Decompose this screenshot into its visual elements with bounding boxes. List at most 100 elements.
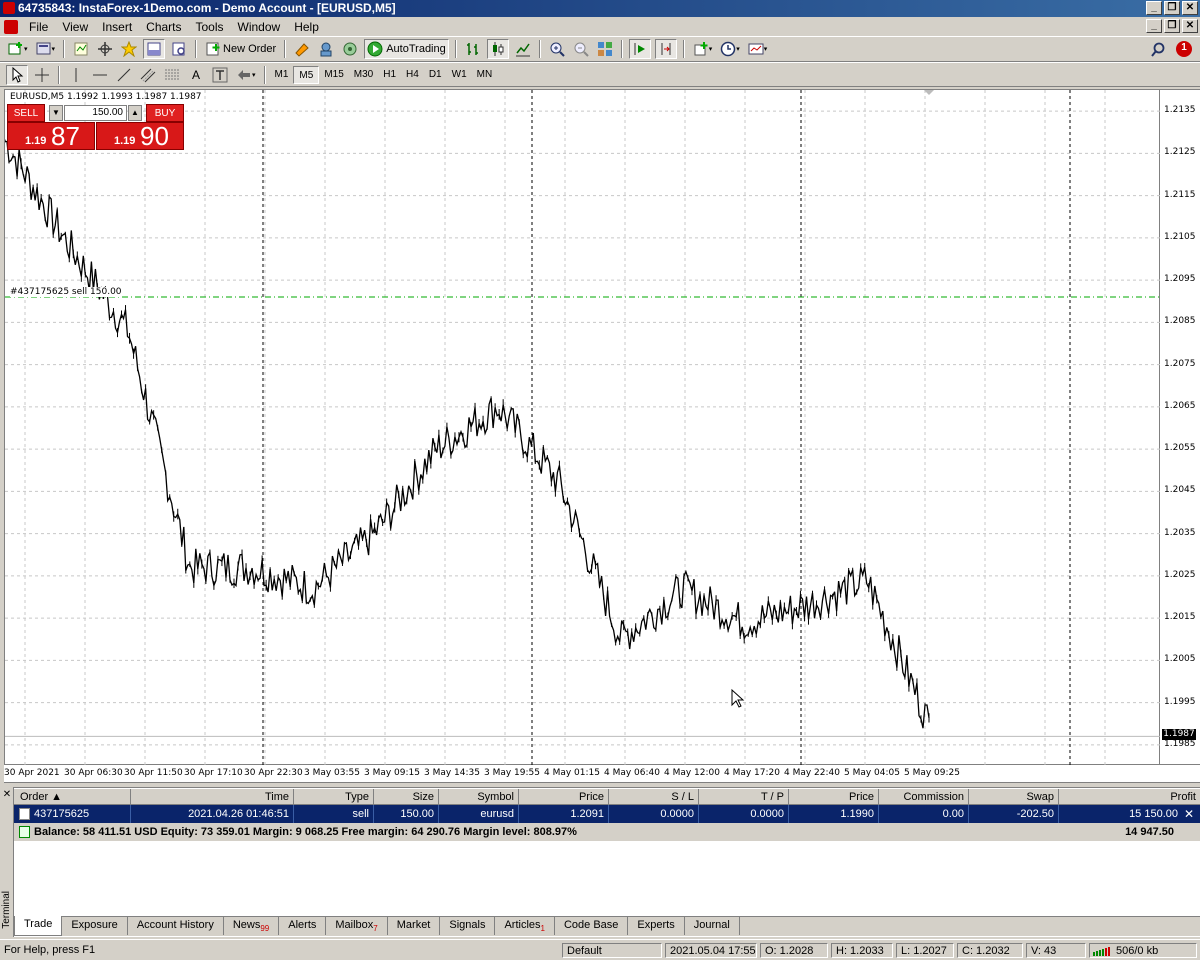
chart-minimize-button[interactable]: _ bbox=[1146, 19, 1162, 33]
col-time[interactable]: Time bbox=[131, 789, 294, 805]
notification-badge[interactable]: 1 bbox=[1174, 39, 1194, 59]
tab-account-history[interactable]: Account History bbox=[128, 917, 224, 935]
minimize-button[interactable]: _ bbox=[1146, 1, 1162, 15]
chart-close-button[interactable]: ✕ bbox=[1182, 19, 1198, 33]
tab-label: Articles bbox=[504, 919, 541, 931]
metaeditor-icon[interactable] bbox=[292, 39, 312, 59]
timeframe-m5[interactable]: M5 bbox=[293, 65, 320, 84]
buy-button[interactable]: BUY bbox=[146, 104, 184, 122]
timeframe-h4[interactable]: H4 bbox=[401, 66, 424, 84]
periods-icon[interactable]: ▾ bbox=[718, 39, 742, 59]
buy-price[interactable]: 1.19 90 bbox=[96, 121, 184, 151]
table-row[interactable]: 437175625 2021.04.26 01:46:51 sell 150.0… bbox=[14, 805, 1200, 823]
timeframe-d1[interactable]: D1 bbox=[424, 66, 447, 84]
tab-articles[interactable]: Articles1 bbox=[495, 917, 555, 935]
new-chart-button[interactable]: ▾ bbox=[6, 39, 30, 59]
new-order-button[interactable]: New Order bbox=[203, 39, 278, 59]
bar-chart-icon[interactable] bbox=[463, 39, 483, 59]
templates-icon[interactable]: ▾ bbox=[746, 39, 770, 59]
col-price[interactable]: Price bbox=[519, 789, 609, 805]
restore-button[interactable]: ❐ bbox=[1164, 1, 1180, 15]
col-symbol[interactable]: Symbol bbox=[439, 789, 519, 805]
col-type[interactable]: Type bbox=[294, 789, 374, 805]
chart-restore-button[interactable]: ❐ bbox=[1164, 19, 1180, 33]
tab-code-base[interactable]: Code Base bbox=[555, 917, 629, 935]
col-tp[interactable]: T / P bbox=[699, 789, 789, 805]
autotrading-button[interactable]: AutoTrading bbox=[364, 39, 449, 59]
zoom-in-icon[interactable] bbox=[547, 39, 567, 59]
close-button[interactable]: ✕ bbox=[1182, 1, 1198, 15]
menu-insert[interactable]: Insert bbox=[95, 20, 139, 34]
strategy-tester-icon[interactable] bbox=[169, 39, 189, 59]
tab-label: Journal bbox=[693, 919, 730, 931]
col-order[interactable]: Order ▲ bbox=[14, 789, 131, 805]
indicators-icon[interactable]: ▾ bbox=[691, 39, 715, 59]
timeframe-h1[interactable]: H1 bbox=[378, 66, 401, 84]
status-high: H: 1.2033 bbox=[831, 943, 893, 958]
fibonacci-icon[interactable] bbox=[162, 65, 182, 85]
tab-alerts[interactable]: Alerts bbox=[279, 917, 327, 935]
lot-size-input[interactable]: 150.00 bbox=[64, 105, 127, 121]
tab-market[interactable]: Market bbox=[388, 917, 441, 935]
col-sl[interactable]: S / L bbox=[609, 789, 699, 805]
sell-price[interactable]: 1.19 87 bbox=[7, 121, 95, 151]
chart-shift-icon[interactable] bbox=[654, 39, 677, 59]
tab-experts[interactable]: Experts bbox=[628, 917, 685, 935]
tab-journal[interactable]: Journal bbox=[685, 917, 740, 935]
col-size[interactable]: Size bbox=[374, 789, 439, 805]
price-axis[interactable]: 1.2135 1.2125 1.2115 1.2105 1.2095 1.2085 1.20… bbox=[1160, 89, 1200, 765]
zoom-out-icon[interactable] bbox=[571, 39, 591, 59]
community-icon[interactable] bbox=[316, 39, 336, 59]
time-tick: 30 Apr 22:30 bbox=[244, 768, 303, 778]
tab-signals[interactable]: Signals bbox=[440, 917, 496, 935]
market-watch-icon[interactable] bbox=[71, 39, 91, 59]
search-icon[interactable] bbox=[1148, 40, 1168, 60]
arrows-icon[interactable]: ▾ bbox=[234, 65, 258, 85]
tile-windows-icon[interactable] bbox=[595, 39, 615, 59]
text-icon[interactable]: A bbox=[186, 65, 206, 85]
price-tick: 1.2125 bbox=[1164, 147, 1196, 158]
price-chart[interactable] bbox=[4, 89, 1161, 766]
close-order-icon[interactable]: ✕ bbox=[1182, 806, 1196, 822]
timeframe-m15[interactable]: M15 bbox=[319, 66, 348, 84]
tab-mailbox[interactable]: Mailbox7 bbox=[326, 917, 388, 935]
lot-increase-button[interactable]: ▲ bbox=[128, 105, 142, 121]
col-current-price[interactable]: Price bbox=[789, 789, 879, 805]
auto-scroll-icon[interactable] bbox=[628, 39, 651, 59]
timeframe-w1[interactable]: W1 bbox=[447, 66, 472, 84]
timeframe-m1[interactable]: M1 bbox=[270, 66, 294, 84]
timeframe-mn[interactable]: MN bbox=[472, 66, 498, 84]
menu-help[interactable]: Help bbox=[287, 20, 326, 34]
tab-exposure[interactable]: Exposure bbox=[62, 917, 128, 935]
vertical-line-icon[interactable] bbox=[66, 65, 86, 85]
lot-decrease-button[interactable]: ▼ bbox=[49, 105, 63, 121]
horizontal-line-icon[interactable] bbox=[90, 65, 110, 85]
menu-window[interactable]: Window bbox=[231, 20, 288, 34]
cursor-icon[interactable] bbox=[6, 64, 28, 85]
time-axis[interactable]: 30 Apr 2021 30 Apr 06:30 30 Apr 11:50 30 Ap… bbox=[4, 765, 1200, 783]
signals-icon[interactable] bbox=[340, 39, 360, 59]
sell-button[interactable]: SELL bbox=[7, 104, 45, 122]
menu-file[interactable]: File bbox=[22, 20, 55, 34]
crosshair-icon[interactable] bbox=[32, 65, 52, 85]
line-chart-icon[interactable] bbox=[513, 39, 533, 59]
col-swap[interactable]: Swap bbox=[969, 789, 1059, 805]
current-price-label: 1.1987 bbox=[1162, 729, 1196, 740]
menu-tools[interactable]: Tools bbox=[189, 20, 231, 34]
profiles-button[interactable]: ▾ bbox=[34, 39, 58, 59]
col-profit[interactable]: Profit bbox=[1059, 789, 1200, 805]
col-commission[interactable]: Commission bbox=[879, 789, 969, 805]
menu-charts[interactable]: Charts bbox=[139, 20, 188, 34]
terminal-close-icon[interactable]: ✕ bbox=[2, 790, 12, 800]
tab-news[interactable]: News99 bbox=[224, 917, 280, 935]
terminal-icon[interactable] bbox=[143, 39, 166, 59]
trendline-icon[interactable] bbox=[114, 65, 134, 85]
equidistant-channel-icon[interactable] bbox=[138, 65, 158, 85]
navigator-icon[interactable] bbox=[119, 39, 139, 59]
candlesticks-icon[interactable] bbox=[486, 39, 509, 59]
text-label-icon[interactable] bbox=[210, 65, 230, 85]
tab-trade[interactable]: Trade bbox=[14, 916, 63, 936]
menu-view[interactable]: View bbox=[55, 20, 95, 34]
data-window-icon[interactable] bbox=[95, 39, 115, 59]
timeframe-m30[interactable]: M30 bbox=[349, 66, 378, 84]
